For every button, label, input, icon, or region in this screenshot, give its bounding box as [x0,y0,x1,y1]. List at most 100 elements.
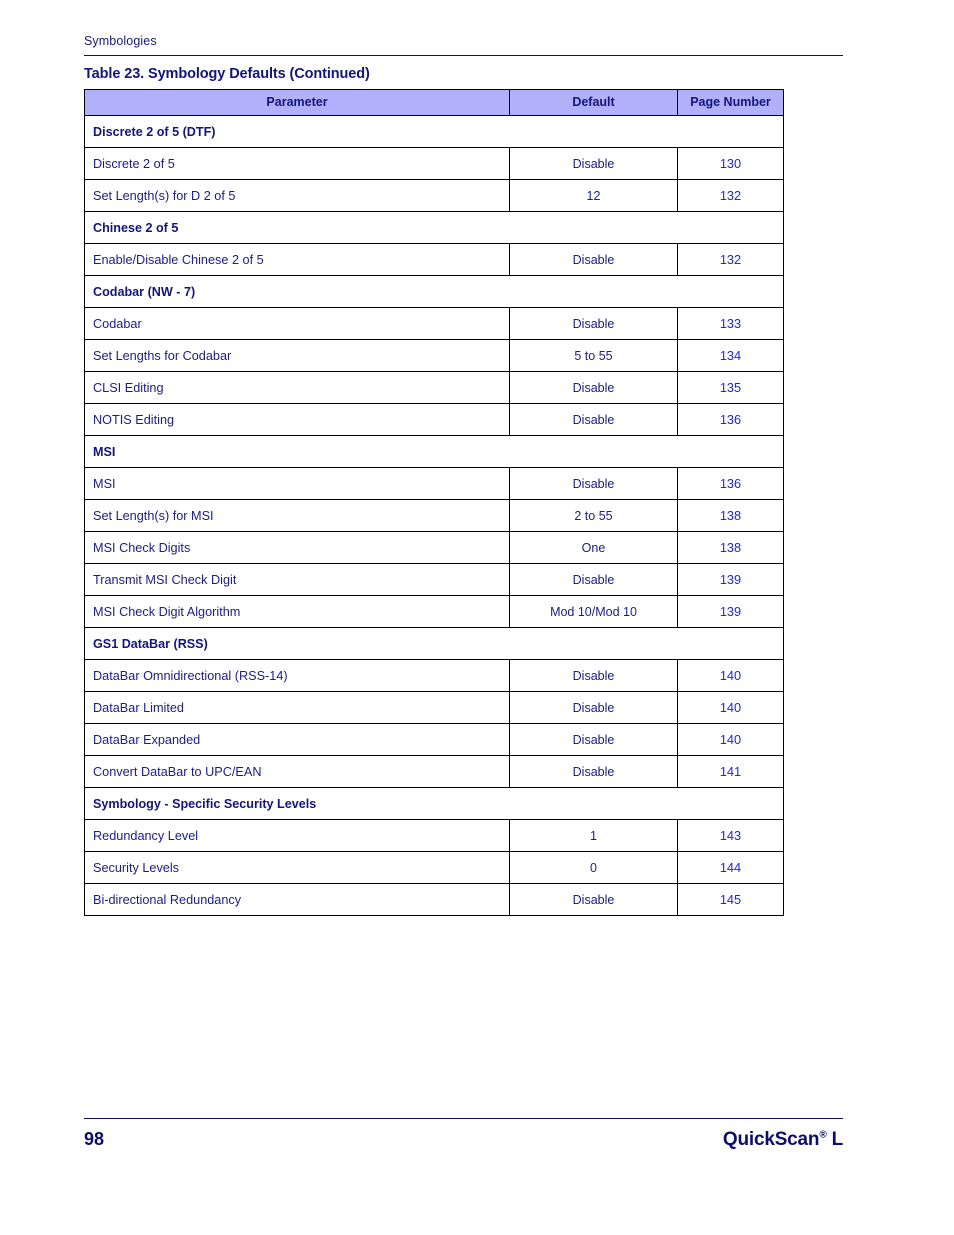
page-number-link[interactable]: 140 [677,659,784,692]
table-head: Parameter Default Page Number [84,89,784,116]
table-row: MSI Check Digit Algorithm Mod 10/Mod 10 13… [84,595,784,628]
section-heading: Symbology - Specific Security Levels [84,787,784,820]
table-body: Discrete 2 of 5 (DTF) Discrete 2 of 5 Disa… [84,115,784,916]
parameter-cell: Discrete 2 of 5 [84,147,510,180]
page-number-link[interactable]: 138 [677,531,784,564]
table-row: Codabar Disable 133 [84,307,784,340]
parameter-cell: Codabar [84,307,510,340]
column-header-default: Default [509,89,678,116]
table-row: Enable/Disable Chinese 2 of 5 Disable 132 [84,243,784,276]
page-number-link[interactable]: 136 [677,403,784,436]
table-row: Set Length(s) for MSI 2 to 55 138 [84,499,784,532]
default-value-cell: One [509,531,678,564]
default-value-cell: Disable [509,691,678,724]
default-value-cell: 2 to 55 [509,499,678,532]
table-row: Set Lengths for Codabar 5 to 55 134 [84,339,784,372]
table-row: Convert DataBar to UPC/EAN Disable 141 [84,755,784,788]
table-row: DataBar Limited Disable 140 [84,691,784,724]
page-number-link[interactable]: 134 [677,339,784,372]
table-row: NOTIS Editing Disable 136 [84,403,784,436]
parameter-cell: Set Lengths for Codabar [84,339,510,372]
default-value-cell: Disable [509,147,678,180]
default-value-cell: Disable [509,659,678,692]
default-value-cell: 1 [509,819,678,852]
table-row: DataBar Expanded Disable 140 [84,723,784,756]
default-value-cell: Disable [509,243,678,276]
page-number-link[interactable]: 136 [677,467,784,500]
page-number-link[interactable]: 140 [677,691,784,724]
section-heading: GS1 DataBar (RSS) [84,627,784,660]
page-header: Symbologies [84,34,843,56]
page-number-link[interactable]: 145 [677,883,784,916]
default-value-cell: Disable [509,563,678,596]
parameter-cell: DataBar Limited [84,691,510,724]
page-footer: 98 QuickScan® L [84,1118,843,1151]
default-value-cell: 12 [509,179,678,212]
default-value-cell: Disable [509,307,678,340]
page-number-link[interactable]: 135 [677,371,784,404]
symbology-defaults-table: Parameter Default Page Number Discrete 2… [84,89,784,916]
book-title-text: QuickScan [722,1129,820,1150]
parameter-cell: NOTIS Editing [84,403,510,436]
table-row: Bi-directional Redundancy Disable 145 [84,883,784,916]
table-section-row: GS1 DataBar (RSS) [84,627,784,660]
parameter-cell: CLSI Editing [84,371,510,404]
page-number-link[interactable]: 139 [677,595,784,628]
table-row: Set Length(s) for D 2 of 5 12 132 [84,179,784,212]
header-rule [84,55,843,56]
registered-mark-icon: ® [819,1129,827,1141]
table-caption: Table 23. Symbology Defaults (Continued) [84,66,370,82]
default-value-cell: Disable [509,467,678,500]
table-header-row: Parameter Default Page Number [84,89,784,116]
parameter-cell: Enable/Disable Chinese 2 of 5 [84,243,510,276]
parameter-cell: MSI [84,467,510,500]
table-row: MSI Check Digits One 138 [84,531,784,564]
section-heading: MSI [84,435,784,468]
table-row: Redundancy Level 1 143 [84,819,784,852]
parameter-cell: MSI Check Digit Algorithm [84,595,510,628]
parameter-cell: Convert DataBar to UPC/EAN [84,755,510,788]
section-heading: Chinese 2 of 5 [84,211,784,244]
running-head: Symbologies [84,34,157,48]
table-section-row: Codabar (NW - 7) [84,275,784,308]
table-section-row: MSI [84,435,784,468]
parameter-cell: Redundancy Level [84,819,510,852]
default-value-cell: Disable [509,371,678,404]
parameter-cell: DataBar Expanded [84,723,510,756]
book-title: QuickScan® L [723,1129,843,1151]
page-number-link[interactable]: 132 [677,243,784,276]
parameter-cell: Set Length(s) for MSI [84,499,510,532]
parameter-cell: Security Levels [84,851,510,884]
table-section-row: Chinese 2 of 5 [84,211,784,244]
column-header-page-number: Page Number [677,89,784,116]
page-number-link[interactable]: 130 [677,147,784,180]
parameter-cell: MSI Check Digits [84,531,510,564]
default-value-cell: Disable [509,755,678,788]
table-row: Security Levels 0 144 [84,851,784,884]
parameter-cell: Bi-directional Redundancy [84,883,510,916]
table-section-row: Symbology - Specific Security Levels [84,787,784,820]
default-value-cell: 0 [509,851,678,884]
table-row: Transmit MSI Check Digit Disable 139 [84,563,784,596]
table-section-row: Discrete 2 of 5 (DTF) [84,115,784,148]
page-number-link[interactable]: 132 [677,179,784,212]
parameter-cell: DataBar Omnidirectional (RSS-14) [84,659,510,692]
page-number-link[interactable]: 139 [677,563,784,596]
page-number-link[interactable]: 143 [677,819,784,852]
page-number-link[interactable]: 133 [677,307,784,340]
table-row: CLSI Editing Disable 135 [84,371,784,404]
parameter-cell: Transmit MSI Check Digit [84,563,510,596]
page-number-link[interactable]: 141 [677,755,784,788]
default-value-cell: Disable [509,723,678,756]
table-row: MSI Disable 136 [84,467,784,500]
page-number-link[interactable]: 144 [677,851,784,884]
page-number-link[interactable]: 138 [677,499,784,532]
default-value-cell: Mod 10/Mod 10 [509,595,678,628]
book-title-suffix: L [826,1129,844,1150]
default-value-cell: Disable [509,403,678,436]
default-value-cell: Disable [509,883,678,916]
section-heading: Discrete 2 of 5 (DTF) [84,115,784,148]
default-value-cell: 5 to 55 [509,339,678,372]
page-number-link[interactable]: 140 [677,723,784,756]
section-heading: Codabar (NW - 7) [84,275,784,308]
